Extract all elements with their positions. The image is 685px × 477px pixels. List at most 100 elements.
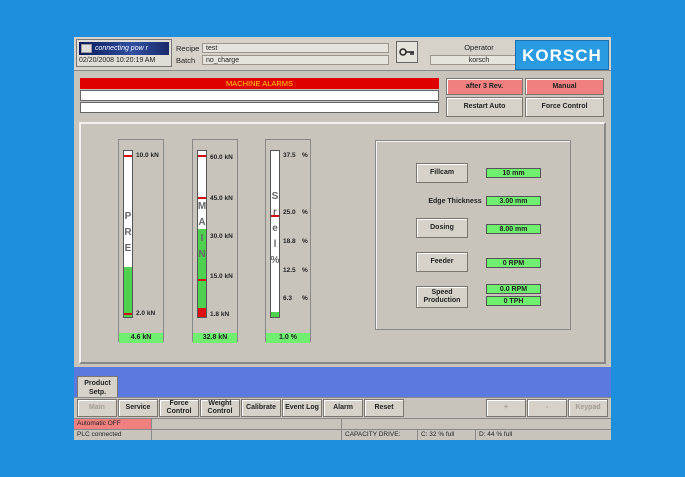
dosing-value: 8.00 mm [486, 224, 541, 234]
srel-unit: % [302, 152, 308, 159]
srel-tick: 25.0 [283, 209, 296, 216]
nav-main-button[interactable]: Main [77, 399, 117, 417]
srel-tick: 6.3 [283, 295, 293, 302]
srel-letter: % [270, 255, 280, 266]
drive-c-capacity: C: 32 % full [418, 430, 476, 440]
nav-service-button[interactable]: Service [118, 399, 158, 417]
main-value: 32.8 kN [193, 333, 237, 343]
operator-label: Operator [464, 43, 494, 52]
tab-product-setup[interactable]: Product Setp. [77, 376, 118, 398]
dosing-button[interactable]: Dosing [416, 218, 468, 238]
status-row-1: Automatic OFF [74, 418, 611, 429]
main-tick: 30.0 kN [210, 233, 233, 240]
key-icon [399, 48, 414, 56]
srel-unit: % [302, 267, 308, 274]
srel-unit: % [302, 209, 308, 216]
status-cell [152, 430, 342, 440]
plc-status: PLC connected [74, 430, 152, 440]
main-gauge: M A I N 60.0 kN 45.0 kN 30.0 kN 15.0 kN … [192, 139, 238, 342]
operator-field: korsch [430, 55, 528, 65]
srel-tick: 12.5 [283, 267, 296, 274]
edge-thickness-label: Edge Thickness [428, 198, 482, 205]
recipe-label: Recipe [176, 44, 200, 53]
main-letter: N [198, 249, 206, 260]
nav-weight-control-button[interactable]: Weight Control [200, 399, 240, 417]
nav-reset-button[interactable]: Reset [364, 399, 404, 417]
recipe-field: test [202, 43, 389, 53]
capacity-label: CAPACITY DRIVE: [342, 430, 418, 440]
main-letter: M [197, 201, 207, 212]
nav-force-control-button[interactable]: Force Control [159, 399, 199, 417]
speed-tph-value: 0 TPH [486, 296, 541, 306]
login-button[interactable] [396, 41, 418, 63]
plus-button[interactable]: + [486, 399, 526, 417]
batch-label: Batch [176, 56, 196, 65]
automatic-status: Automatic OFF [74, 419, 152, 429]
feeder-value: 0 RPM [486, 258, 541, 268]
speed-rpm-value: 0.0 RPM [486, 284, 541, 294]
srel-value: 1.0 % [266, 333, 310, 343]
srel-tick: 37.5 [283, 152, 296, 159]
nav-event-log-button[interactable]: Event Log [282, 399, 322, 417]
logo-strip: connecting pow r [79, 42, 169, 55]
alarm-line-1 [80, 90, 439, 101]
hmi-screen: connecting pow r 02/20/2008 10:20:19 AM … [74, 37, 611, 440]
status-cell [152, 419, 342, 429]
main-tick: 45.0 kN [210, 195, 233, 202]
fillcam-button[interactable]: Fillcam [416, 163, 468, 183]
pre-low-label: 2.0 kN [136, 310, 156, 317]
srel-letter: r [273, 207, 277, 218]
after-rev-button[interactable]: after 3 Rev. [446, 78, 523, 95]
logo-text: connecting pow r [95, 45, 148, 52]
tab-band [74, 367, 611, 397]
status-cell [342, 419, 611, 429]
main-letter: A [198, 217, 206, 228]
keypad-button[interactable]: Keypad [568, 399, 608, 417]
pre-gauge: P R E 10.0 kN 2.0 kN [118, 139, 164, 342]
nav-calibrate-button[interactable]: Calibrate [241, 399, 281, 417]
pre-gauge-fill [124, 267, 132, 317]
srel-unit: % [302, 238, 308, 245]
srel-letter: e [272, 223, 278, 234]
pre-letter: E [124, 243, 132, 254]
main-low-zone [198, 308, 206, 317]
fillcam-value: 10 mm [486, 168, 541, 178]
nav-alarm-button[interactable]: Alarm [323, 399, 363, 417]
korsch-logo: KORSCH [515, 40, 609, 70]
srel-letter: l [273, 239, 277, 250]
srel-tick: 18.8 [283, 238, 296, 245]
header-bar: connecting pow r 02/20/2008 10:20:19 AM … [74, 37, 611, 71]
manual-button[interactable]: Manual [525, 78, 604, 95]
logo-box: connecting pow r 02/20/2008 10:20:19 AM [76, 39, 172, 67]
batch-field: no_charge [202, 55, 389, 65]
pre-min-marker [124, 313, 132, 315]
main-marker [198, 197, 206, 199]
drive-d-capacity: D: 44 % full [479, 431, 513, 438]
status-row-2: PLC connected CAPACITY DRIVE: C: 32 % fu… [74, 429, 611, 440]
computer-icon [81, 44, 92, 53]
srel-gauge: S r e l % 37.5 25.0 18.8 12.5 6.3 % % % … [265, 139, 311, 342]
pre-letter: R [124, 227, 132, 238]
speed-production-button[interactable]: Speed Production [416, 286, 468, 308]
srel-gauge-fill [271, 312, 279, 317]
minus-button[interactable]: - [527, 399, 567, 417]
srel-unit: % [302, 295, 308, 302]
restart-auto-button[interactable]: Restart Auto [446, 97, 523, 117]
edge-thickness-value: 3.00 mm [486, 196, 541, 206]
bottom-nav: Main Service Force Control Weight Contro… [74, 397, 611, 417]
machine-alarms-title: MACHINE ALARMS [80, 78, 439, 89]
srel-letter: S [271, 191, 279, 202]
pre-top-label: 10.0 kN [136, 152, 159, 159]
main-tick: 15.0 kN [210, 273, 233, 280]
datetime: 02/20/2008 10:20:19 AM [79, 57, 156, 64]
force-control-button[interactable]: Force Control [525, 97, 604, 117]
main-tick: 1.8 kN [210, 311, 230, 318]
pre-letter: P [124, 211, 132, 222]
pre-value: 4.6 kN [119, 333, 163, 343]
pre-max-marker [124, 155, 132, 157]
main-tick: 60.0 kN [210, 154, 233, 161]
feeder-button[interactable]: Feeder [416, 252, 468, 272]
main-letter: I [200, 233, 204, 244]
settings-panel: Fillcam 10 mm Edge Thickness 3.00 mm Dos… [375, 140, 571, 330]
alarm-line-2 [80, 102, 439, 113]
